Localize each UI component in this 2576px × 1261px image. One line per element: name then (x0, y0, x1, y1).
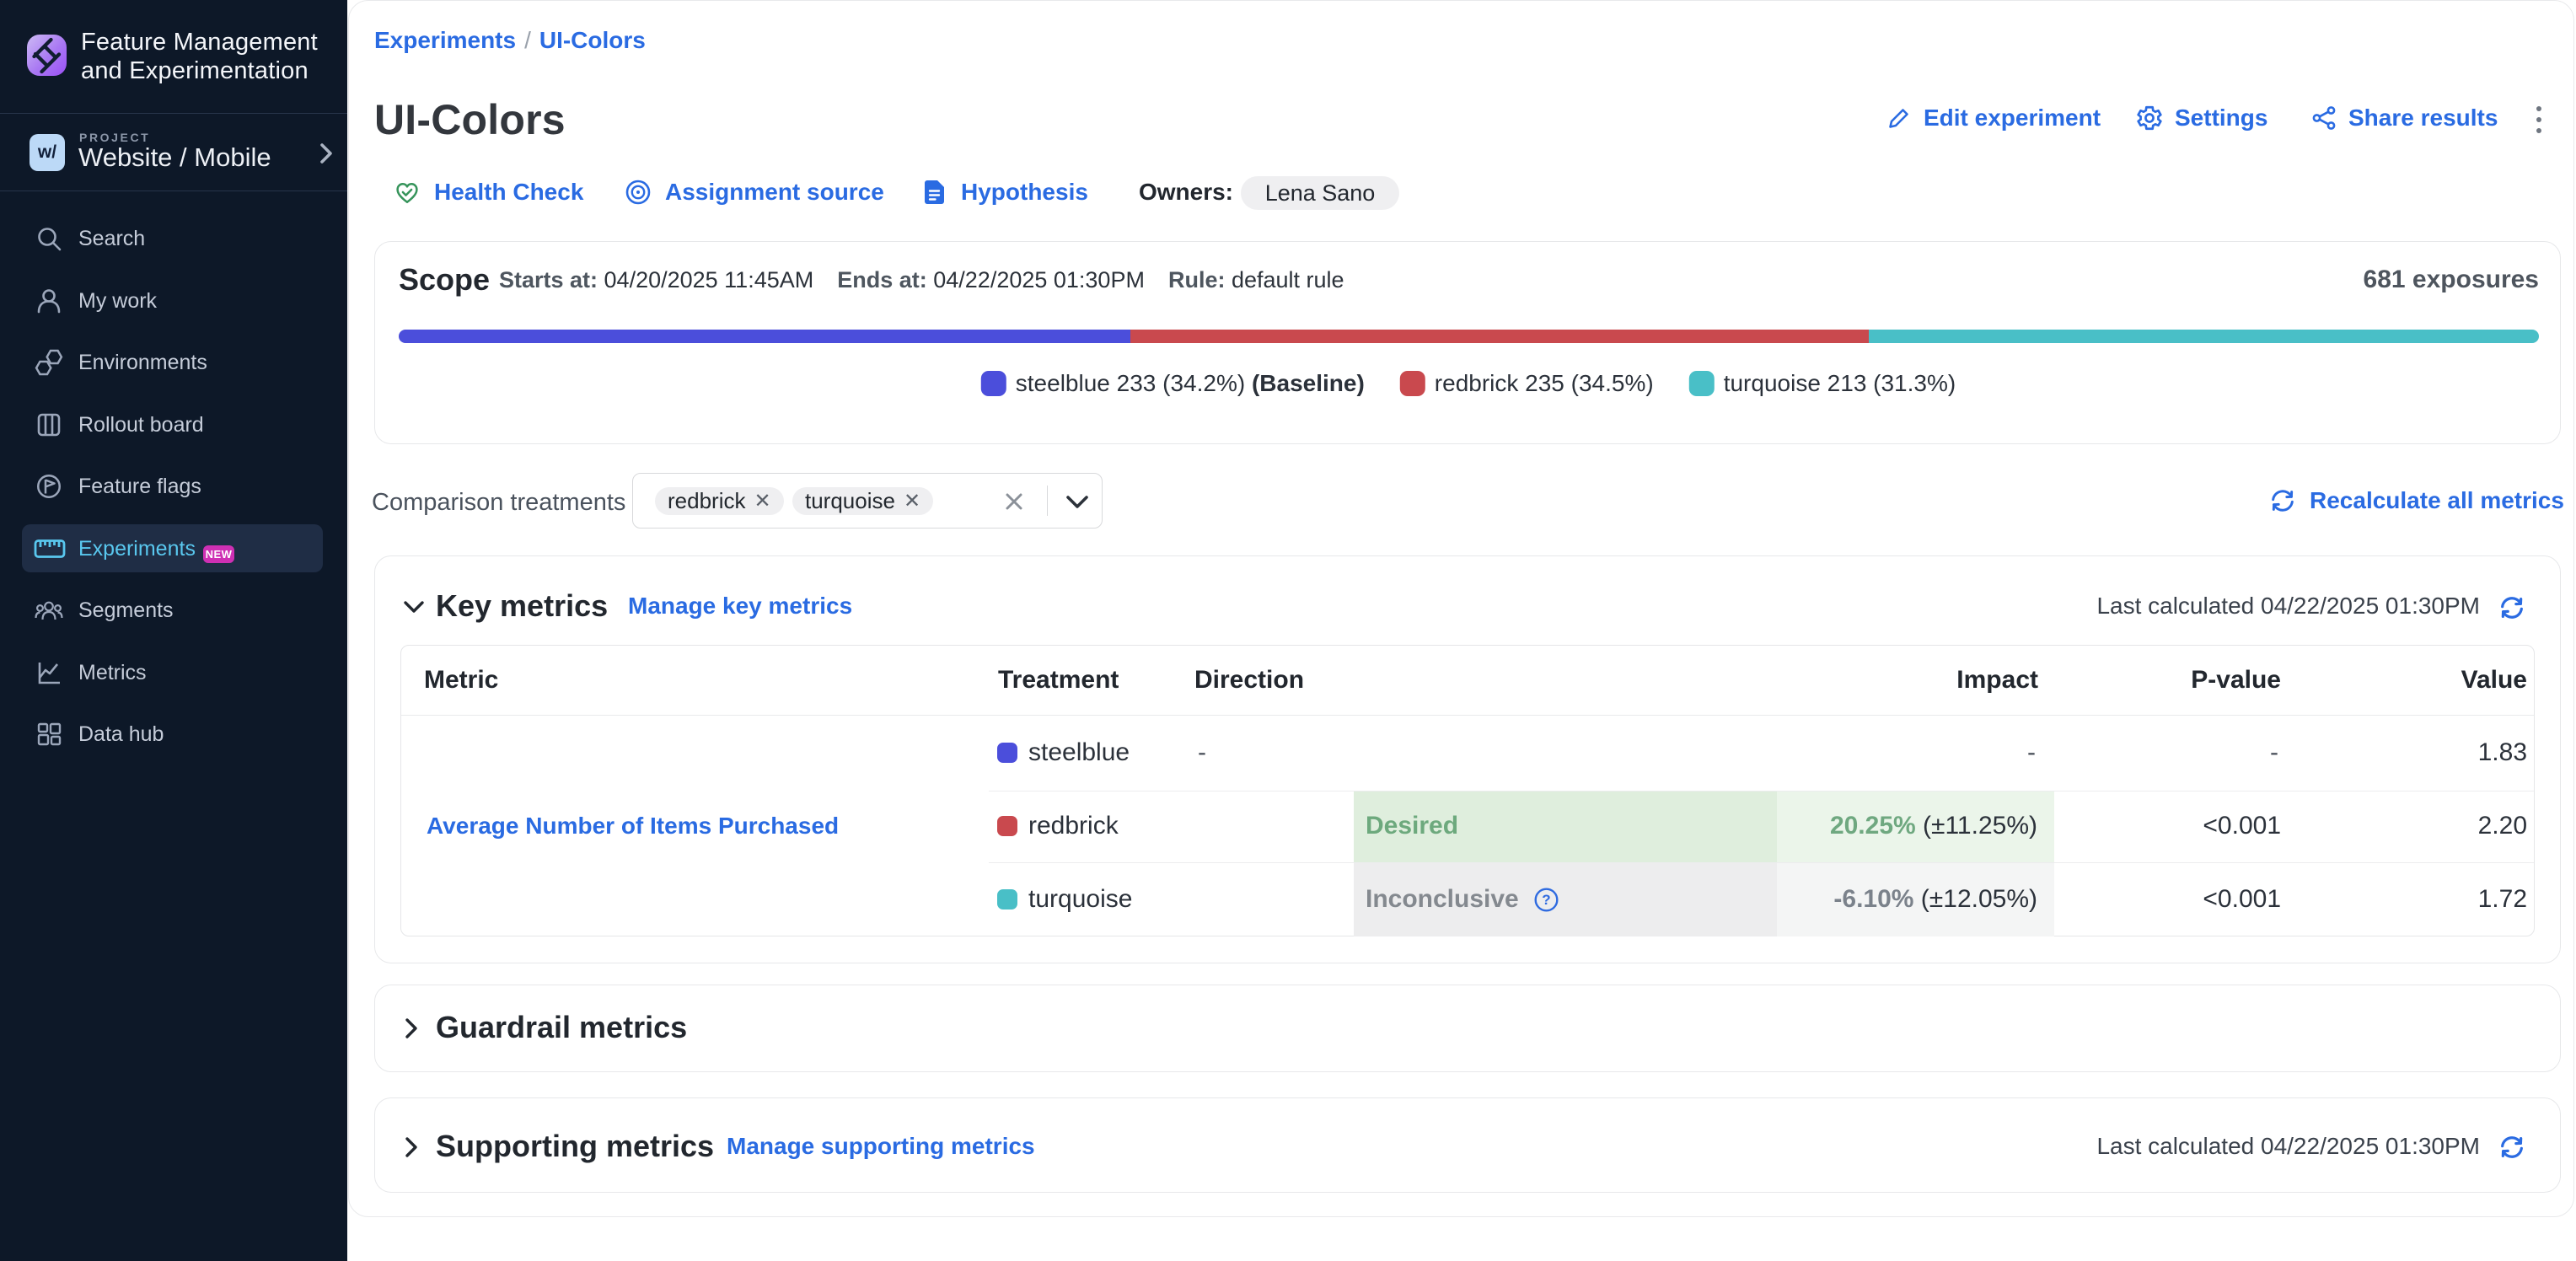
svg-text:?: ? (1542, 892, 1550, 908)
